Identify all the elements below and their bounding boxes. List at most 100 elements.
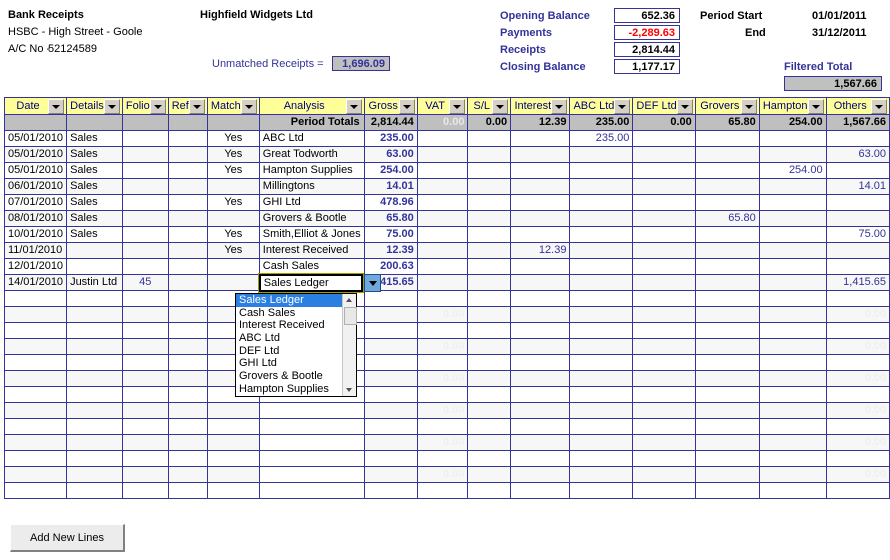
cell-vat[interactable] bbox=[416, 274, 469, 291]
cell-others[interactable]: 75.00 bbox=[825, 226, 890, 243]
cell-empty-date[interactable] bbox=[3, 402, 68, 419]
cell-date[interactable]: 10/01/2010 bbox=[3, 226, 68, 243]
cell-empty-hampton[interactable] bbox=[758, 482, 827, 499]
filter-dropdown-icon[interactable] bbox=[740, 98, 757, 114]
cell-empty-def[interactable] bbox=[632, 354, 696, 371]
cell-interest[interactable] bbox=[510, 210, 571, 227]
cell-details[interactable]: Sales bbox=[66, 194, 123, 211]
cell-empty-others[interactable] bbox=[825, 290, 890, 307]
cell-ref[interactable] bbox=[167, 226, 208, 243]
cell-empty-interest[interactable] bbox=[510, 306, 571, 323]
cell-hampton[interactable] bbox=[758, 258, 827, 275]
cell-empty-sl[interactable] bbox=[467, 450, 512, 467]
cell-empty-hampton[interactable] bbox=[758, 434, 827, 451]
cell-empty-match[interactable] bbox=[206, 434, 260, 451]
cell-empty-details[interactable] bbox=[66, 354, 123, 371]
cell-empty-sl[interactable] bbox=[467, 466, 512, 483]
cell-def[interactable] bbox=[632, 162, 696, 179]
cell-grovers[interactable] bbox=[694, 130, 760, 147]
cell-empty-folio[interactable] bbox=[121, 322, 169, 339]
cell-vat[interactable] bbox=[416, 178, 469, 195]
cell-empty-sl[interactable] bbox=[467, 482, 512, 499]
cell-empty-ref[interactable] bbox=[167, 386, 208, 403]
cell-empty-gross[interactable] bbox=[363, 466, 418, 483]
cell-empty-interest[interactable] bbox=[510, 418, 571, 435]
cell-empty-gross[interactable] bbox=[363, 402, 418, 419]
cell-empty-date[interactable] bbox=[3, 370, 68, 387]
cell-empty-folio[interactable] bbox=[121, 402, 169, 419]
cell-date[interactable]: 07/01/2010 bbox=[3, 194, 68, 211]
cell-gross[interactable]: 200.63 bbox=[363, 258, 418, 275]
cell-def[interactable] bbox=[632, 274, 696, 291]
cell-empty-abc[interactable] bbox=[569, 370, 634, 387]
cell-empty-others[interactable] bbox=[825, 354, 890, 371]
cell-date[interactable]: 05/01/2010 bbox=[3, 162, 68, 179]
cell-empty-match[interactable] bbox=[206, 418, 260, 435]
cell-grovers[interactable] bbox=[694, 146, 760, 163]
cell-details[interactable]: Sales bbox=[66, 210, 123, 227]
table-row[interactable]: 11/01/2010 Yes Interest Received 12.39 12.39 bbox=[3, 242, 890, 259]
cell-empty-vat[interactable]: 0.00 bbox=[416, 402, 469, 419]
scrollbar-thumb[interactable] bbox=[344, 307, 357, 325]
cell-empty-details[interactable] bbox=[66, 418, 123, 435]
cell-empty-vat[interactable] bbox=[416, 322, 469, 339]
cell-empty-vat[interactable]: 0.00 bbox=[416, 466, 469, 483]
cell-empty-analysis[interactable] bbox=[258, 466, 365, 483]
cell-empty-date[interactable] bbox=[3, 290, 68, 307]
cell-analysis[interactable]: ABC Ltd bbox=[258, 130, 365, 147]
cell-gross[interactable]: 14.01 bbox=[363, 178, 418, 195]
cell-vat[interactable] bbox=[416, 226, 469, 243]
cell-empty-details[interactable] bbox=[66, 482, 123, 499]
cell-hampton[interactable] bbox=[758, 242, 827, 259]
cell-empty-others[interactable]: 0.00 bbox=[825, 306, 890, 323]
cell-empty-ref[interactable] bbox=[167, 466, 208, 483]
cell-interest[interactable] bbox=[510, 178, 571, 195]
cell-def[interactable] bbox=[632, 178, 696, 195]
cell-vat[interactable] bbox=[416, 194, 469, 211]
table-row-empty[interactable]: 0.00 0.00 bbox=[3, 338, 890, 355]
table-row-empty[interactable] bbox=[3, 450, 890, 467]
cell-folio[interactable] bbox=[121, 226, 169, 243]
cell-empty-match[interactable] bbox=[206, 402, 260, 419]
cell-empty-sl[interactable] bbox=[467, 322, 512, 339]
cell-empty-grovers[interactable] bbox=[694, 338, 760, 355]
cell-empty-gross[interactable] bbox=[363, 322, 418, 339]
cell-grovers[interactable]: 65.80 bbox=[694, 210, 760, 227]
cell-sl[interactable] bbox=[467, 274, 512, 291]
cell-interest[interactable] bbox=[510, 258, 571, 275]
cell-vat[interactable] bbox=[416, 258, 469, 275]
cell-abc[interactable] bbox=[569, 162, 634, 179]
filter-dropdown-icon[interactable] bbox=[103, 98, 120, 114]
cell-grovers[interactable] bbox=[694, 274, 760, 291]
cell-details[interactable] bbox=[66, 242, 123, 259]
table-row[interactable]: 05/01/2010 Sales Yes Great Todworth 63.00 63.… bbox=[3, 146, 890, 163]
cell-empty-vat[interactable]: 0.00 bbox=[416, 370, 469, 387]
cell-empty-hampton[interactable] bbox=[758, 306, 827, 323]
cell-def[interactable] bbox=[632, 130, 696, 147]
cell-details[interactable]: Sales bbox=[66, 130, 123, 147]
cell-grovers[interactable] bbox=[694, 226, 760, 243]
cell-empty-analysis[interactable] bbox=[258, 434, 365, 451]
cell-empty-details[interactable] bbox=[66, 306, 123, 323]
filter-dropdown-icon[interactable] bbox=[871, 98, 887, 114]
cell-empty-interest[interactable] bbox=[510, 386, 571, 403]
cell-empty-hampton[interactable] bbox=[758, 338, 827, 355]
cell-match[interactable]: Yes bbox=[206, 162, 260, 179]
cell-empty-abc[interactable] bbox=[569, 306, 634, 323]
cell-def[interactable] bbox=[632, 242, 696, 259]
cell-interest[interactable] bbox=[510, 274, 571, 291]
cell-others[interactable] bbox=[825, 258, 890, 275]
filter-dropdown-icon[interactable] bbox=[188, 98, 205, 114]
cell-empty-details[interactable] bbox=[66, 386, 123, 403]
cell-gross[interactable]: 12.39 bbox=[363, 242, 418, 259]
cell-others[interactable]: 63.00 bbox=[825, 146, 890, 163]
cell-interest[interactable] bbox=[510, 226, 571, 243]
cell-empty-def[interactable] bbox=[632, 450, 696, 467]
analysis-dropdown-list[interactable]: Sales Ledger Cash Sales Interest Received A… bbox=[235, 293, 357, 397]
cell-empty-ref[interactable] bbox=[167, 290, 208, 307]
cell-empty-grovers[interactable] bbox=[694, 354, 760, 371]
cell-empty-interest[interactable] bbox=[510, 402, 571, 419]
cell-others[interactable] bbox=[825, 242, 890, 259]
cell-empty-others[interactable]: 0.00 bbox=[825, 370, 890, 387]
cell-empty-sl[interactable] bbox=[467, 370, 512, 387]
